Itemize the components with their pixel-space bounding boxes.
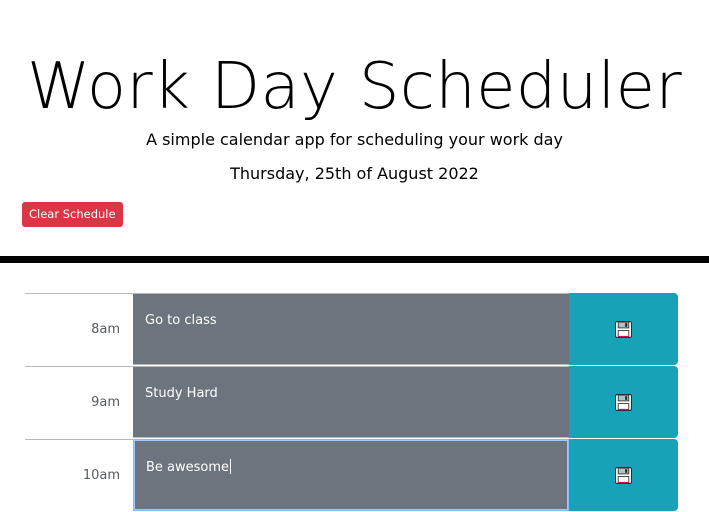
- current-day: Thursday, 25th of August 2022: [230, 164, 479, 183]
- floppy-disk-icon: [615, 320, 632, 338]
- floppy-disk-icon: [615, 466, 632, 484]
- event-textarea[interactable]: Be awesome: [133, 439, 569, 511]
- event-text: Go to class: [145, 313, 217, 328]
- hour-label: 8am: [25, 293, 133, 365]
- page-title: Work Day Scheduler: [27, 50, 682, 124]
- event-textarea[interactable]: Study Hard: [133, 366, 569, 438]
- save-button[interactable]: [569, 439, 678, 511]
- event-textarea[interactable]: Go to class: [133, 293, 569, 365]
- timeblock-row: 10am Be awesome: [0, 439, 709, 512]
- header: Work Day Scheduler A simple calendar app…: [0, 0, 709, 256]
- timeblock-list: 8am Go to class 9am Study Hard 10am Be a…: [0, 293, 709, 512]
- floppy-disk-icon: [615, 393, 632, 411]
- clear-schedule-button[interactable]: Clear Schedule: [22, 202, 123, 227]
- text-cursor: [230, 459, 232, 474]
- event-text: Be awesome: [146, 460, 230, 475]
- event-text: Study Hard: [145, 386, 218, 401]
- timeblock-row: 8am Go to class: [0, 293, 709, 366]
- save-button[interactable]: [569, 366, 678, 438]
- page-subtitle: A simple calendar app for scheduling you…: [146, 130, 563, 149]
- hour-label: 10am: [25, 439, 133, 511]
- hour-label: 9am: [25, 366, 133, 438]
- timeblock-row: 9am Study Hard: [0, 366, 709, 439]
- header-divider: [0, 256, 709, 263]
- save-button[interactable]: [569, 293, 678, 365]
